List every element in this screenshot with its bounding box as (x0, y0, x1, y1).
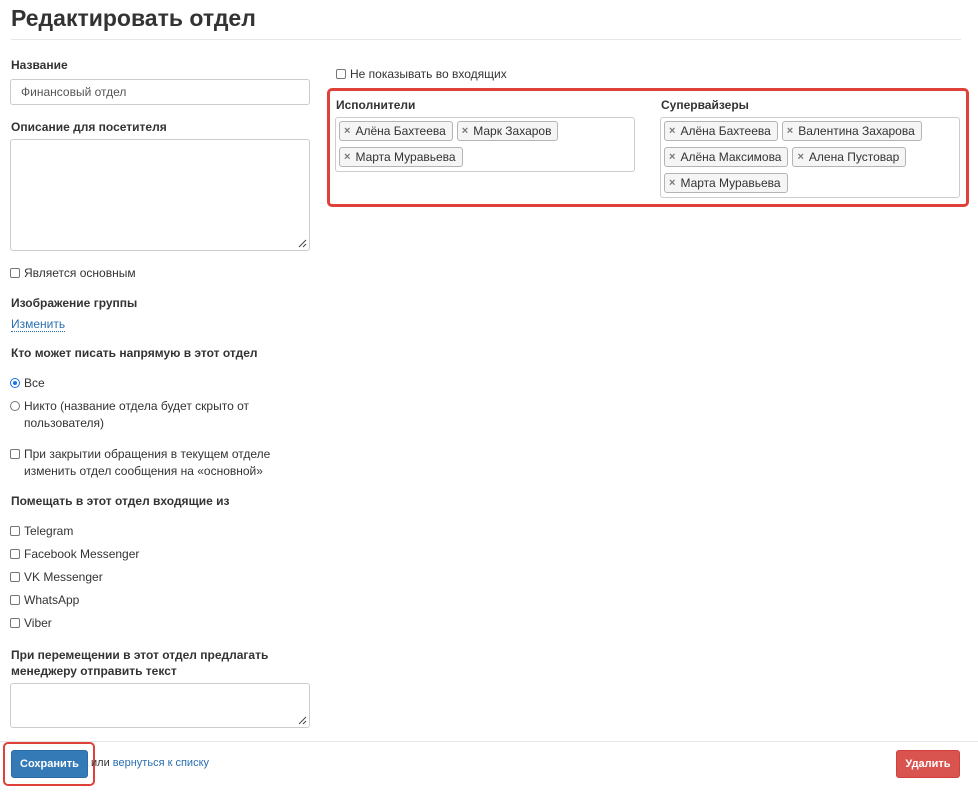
executor-name: Марк Захаров (473, 124, 552, 138)
channel-checkbox-vk[interactable] (10, 572, 20, 582)
description-label: Описание для посетителя (11, 120, 167, 134)
supervisor-name: Валентина Захарова (798, 124, 915, 138)
on-close-label-line1: При закрытии обращения в текущем отделе (24, 447, 271, 461)
hide-incoming-checkbox[interactable] (336, 69, 346, 79)
channel-row[interactable]: Facebook Messenger (10, 546, 139, 563)
on-close-label-line2: изменить отдел сообщения на «основной» (24, 464, 263, 478)
footer-or-text: или вернуться к списку (91, 757, 209, 769)
is-main-checkbox[interactable] (10, 268, 20, 278)
name-input-value: Финансовый отдел (21, 85, 127, 99)
who-can-write-label: Кто может писать напрямую в этот отдел (11, 346, 258, 360)
on-close-row[interactable]: При закрытии обращения в текущем отделе … (10, 446, 270, 480)
supervisor-tag: × Валентина Захарова (781, 121, 922, 141)
supervisor-name: Алёна Максимова (680, 150, 782, 164)
radio-nobody[interactable] (10, 401, 20, 411)
or-text: или (91, 757, 110, 769)
supervisor-tag: × Алёна Максимова (664, 147, 789, 167)
image-label: Изображение группы (11, 296, 138, 310)
move-text-label: При перемещении в этот отдел предлагать … (11, 647, 268, 679)
supervisor-name: Алёна Бахтеева (680, 124, 771, 138)
resize-grip-icon[interactable] (298, 716, 307, 725)
channel-row[interactable]: Viber (10, 615, 52, 632)
executor-name: Марта Муравьева (355, 150, 456, 164)
executor-tag: × Алёна Бахтеева (339, 121, 453, 141)
channel-row[interactable]: WhatsApp (10, 592, 79, 609)
radio-nobody-row[interactable]: Никто (название отдела будет скрыто от п… (10, 398, 249, 432)
back-to-list-link[interactable]: вернуться к списку (113, 757, 209, 769)
name-label: Название (11, 58, 68, 72)
radio-nobody-label: Никто (название отдела будет скрыто от п… (24, 398, 249, 432)
supervisor-tag: × Марта Муравьева (664, 173, 788, 193)
supervisor-name: Алена Пустовар (808, 150, 900, 164)
delete-button[interactable]: Удалить (896, 750, 960, 778)
channel-label: Facebook Messenger (24, 547, 140, 561)
executors-label: Исполнители (336, 98, 416, 112)
incoming-label: Помещать в этот отдел входящие из (11, 494, 230, 508)
page-title: Редактировать отдел (11, 5, 256, 31)
is-main-label: Является основным (24, 266, 136, 280)
hide-incoming-row[interactable]: Не показывать во входящих (336, 66, 507, 83)
channel-checkbox-viber[interactable] (10, 618, 20, 628)
remove-tag-icon[interactable]: × (669, 125, 675, 137)
executor-tag: × Марта Муравьева (339, 147, 463, 167)
executor-name: Алёна Бахтеева (355, 124, 446, 138)
channel-label: Viber (24, 616, 52, 630)
remove-tag-icon[interactable]: × (344, 151, 350, 163)
radio-all[interactable] (10, 378, 20, 388)
on-close-label: При закрытии обращения в текущем отделе … (24, 446, 270, 480)
radio-all-label: Все (24, 376, 45, 390)
move-text-label-line1: При перемещении в этот отдел предлагать (11, 648, 269, 662)
executors-select[interactable]: × Алёна Бахтеева × Марк Захаров × Марта … (335, 117, 635, 172)
title-divider (11, 39, 961, 40)
channel-checkbox-facebook[interactable] (10, 549, 20, 559)
image-change-link[interactable]: Изменить (11, 317, 66, 332)
move-text-label-line2: менеджеру отправить текст (11, 664, 177, 678)
channel-label: VK Messenger (24, 570, 103, 584)
remove-tag-icon[interactable]: × (787, 125, 793, 137)
on-close-checkbox[interactable] (10, 449, 20, 459)
remove-tag-icon[interactable]: × (669, 151, 675, 163)
channel-checkbox-telegram[interactable] (10, 526, 20, 536)
remove-tag-icon[interactable]: × (344, 125, 350, 137)
channel-label: Telegram (24, 524, 74, 538)
supervisors-label: Супервайзеры (661, 98, 749, 112)
executor-tag: × Марк Захаров (456, 121, 559, 141)
remove-tag-icon[interactable]: × (797, 151, 803, 163)
channel-checkbox-whatsapp[interactable] (10, 595, 20, 605)
radio-nobody-label-line2: пользователя) (24, 416, 104, 430)
channel-row[interactable]: Telegram (10, 523, 73, 540)
remove-tag-icon[interactable]: × (462, 125, 468, 137)
hide-incoming-label: Не показывать во входящих (350, 67, 507, 81)
channel-label: WhatsApp (24, 593, 80, 607)
supervisors-select[interactable]: × Алёна Бахтеева × Валентина Захарова × … (660, 117, 960, 198)
description-textarea[interactable] (10, 139, 310, 251)
supervisor-tag: × Алена Пустовар (792, 147, 907, 167)
save-button[interactable]: Сохранить (11, 750, 88, 778)
channel-row[interactable]: VK Messenger (10, 569, 103, 586)
radio-nobody-label-line1: Никто (название отдела будет скрыто от (24, 399, 249, 413)
remove-tag-icon[interactable]: × (669, 177, 675, 189)
supervisor-name: Марта Муравьева (680, 176, 781, 190)
move-text-textarea[interactable] (10, 683, 310, 728)
supervisor-tag: × Алёна Бахтеева (664, 121, 778, 141)
is-main-row[interactable]: Является основным (10, 265, 136, 282)
resize-grip-icon[interactable] (298, 239, 307, 248)
footer-divider (0, 741, 978, 742)
radio-all-row[interactable]: Все (10, 375, 45, 392)
name-input[interactable]: Финансовый отдел (10, 79, 310, 105)
